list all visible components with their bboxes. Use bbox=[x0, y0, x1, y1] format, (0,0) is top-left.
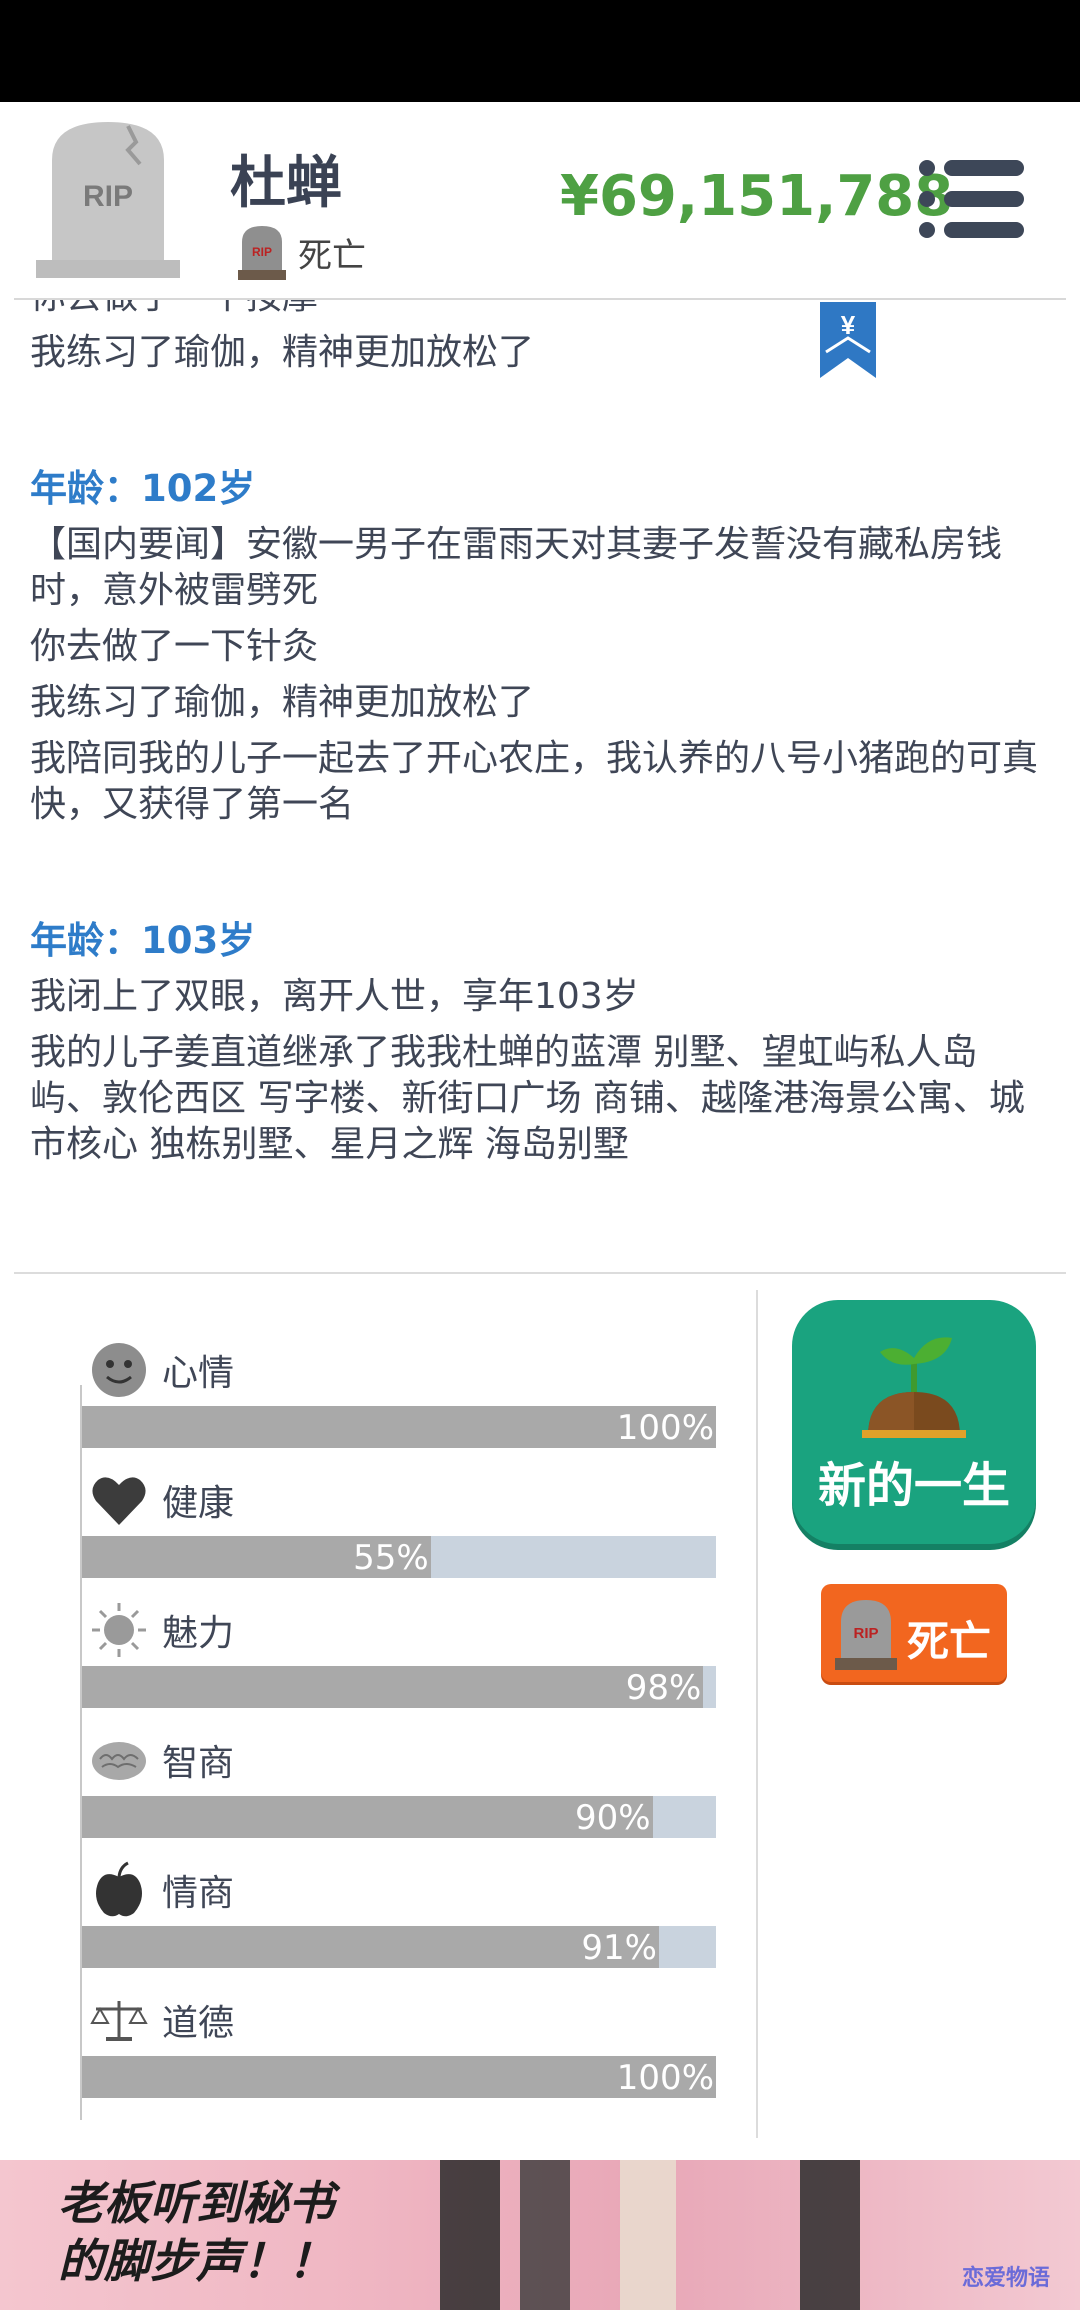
stat-percent: 91% bbox=[581, 1928, 657, 1968]
ad-watermark: 恋爱物语 bbox=[962, 2266, 1051, 2291]
panel-divider bbox=[756, 1290, 758, 2138]
ad-caption-line: 的脚步声！！ bbox=[58, 2234, 334, 2288]
ad-caption: 老板听到秘书 的脚步声！！ bbox=[58, 2174, 334, 2290]
stat-bar: 91% bbox=[82, 1926, 716, 1968]
stat-bar: 100% bbox=[82, 1406, 716, 1448]
header: RIP 杜蝉 RIP 死亡 ¥69,151,788 bbox=[0, 102, 1080, 298]
death-button-label: 死亡 bbox=[907, 1617, 992, 1666]
log-line: 我闭上了双眼，离开人世，享年103岁 bbox=[30, 976, 639, 1017]
menu-icon[interactable] bbox=[918, 158, 1024, 240]
ad-caption-line: 老板听到秘书 bbox=[58, 2176, 334, 2230]
yuan-bookmark-icon[interactable]: ¥ bbox=[820, 302, 876, 378]
stat-bar-fill: 100% bbox=[82, 2056, 716, 2098]
tombstone-avatar-icon: RIP bbox=[36, 122, 180, 278]
tombstone-icon: RIP bbox=[835, 1600, 897, 1670]
character-name: 杜蝉 bbox=[230, 151, 342, 216]
log-line: 【国内要闻】安徽一男子在雷雨天对其妻子发誓没有藏私房钱时，意外被雷劈死 bbox=[30, 524, 1003, 611]
money-balance: ¥69,151,788 bbox=[560, 164, 954, 229]
stat-label: 情商 bbox=[162, 1873, 235, 1914]
ad-image-leg bbox=[620, 2160, 676, 2310]
death-button[interactable]: RIP 死亡 bbox=[821, 1584, 1007, 1682]
small-tombstone-icon: RIP bbox=[238, 226, 286, 280]
stat-bar-fill: 91% bbox=[82, 1926, 659, 1968]
stat-percent: 100% bbox=[616, 2058, 714, 2098]
stat-label: 道德 bbox=[162, 2003, 235, 2044]
apple-icon bbox=[90, 1861, 148, 1919]
log-line: 你去做了一下按摩 bbox=[30, 300, 1040, 320]
sun-icon bbox=[90, 1601, 148, 1659]
tomb-text: RIP bbox=[83, 180, 133, 213]
ad-image-leg bbox=[800, 2160, 860, 2310]
stat-charm: 魅力 98% bbox=[82, 1600, 716, 1720]
stat-bar: 90% bbox=[82, 1796, 716, 1838]
heart-icon bbox=[90, 1471, 148, 1529]
stat-bar: 98% bbox=[82, 1666, 716, 1708]
stat-mood: 心情 100% bbox=[82, 1340, 716, 1460]
ad-banner[interactable]: 老板听到秘书 的脚步声！！ 恋爱物语 bbox=[0, 2160, 1080, 2310]
status-label: 死亡 bbox=[298, 235, 366, 276]
stat-bar-fill: 100% bbox=[82, 1406, 716, 1448]
stat-health: 健康 55% bbox=[82, 1470, 716, 1590]
stat-percent: 100% bbox=[616, 1408, 714, 1448]
stat-label: 魅力 bbox=[162, 1613, 235, 1654]
status-bar bbox=[0, 0, 1080, 102]
stat-bar-fill: 90% bbox=[82, 1796, 653, 1838]
stat-bar: 100% bbox=[82, 2056, 716, 2098]
svg-text:RIP: RIP bbox=[853, 1625, 878, 1642]
stat-label: 健康 bbox=[162, 1483, 235, 1524]
stat-label: 智商 bbox=[162, 1743, 235, 1784]
stat-bar: 55% bbox=[82, 1536, 716, 1578]
ad-image-leg bbox=[440, 2160, 500, 2310]
log-line: 我陪同我的儿子一起去了开心农庄，我认养的八号小猪跑的可真快，又获得了第一名 bbox=[30, 738, 1039, 825]
log-line: 我练习了瑜伽，精神更加放松了 bbox=[30, 332, 535, 373]
age-heading: 年龄：103岁 bbox=[30, 919, 256, 962]
stat-percent: 55% bbox=[353, 1538, 429, 1578]
log-line: 我练习了瑜伽，精神更加放松了 bbox=[30, 682, 535, 723]
stat-bar-fill: 55% bbox=[82, 1536, 431, 1578]
life-status: RIP 死亡 bbox=[238, 224, 366, 280]
stat-morality: 道德 100% bbox=[82, 1990, 716, 2110]
ad-image-leg bbox=[520, 2160, 570, 2310]
smiley-face-icon bbox=[90, 1341, 148, 1399]
log-line: 你去做了一下针灸 bbox=[30, 626, 319, 667]
stat-percent: 98% bbox=[625, 1668, 702, 1708]
life-log[interactable]: 你去做了一下按摩 我练习了瑜伽，精神更加放松了 年龄：102岁 【国内要闻】安徽… bbox=[0, 300, 1080, 1270]
sprout-icon bbox=[862, 1337, 966, 1438]
new-life-label: 新的一生 bbox=[817, 1458, 1010, 1514]
age-heading: 年龄：102岁 bbox=[30, 467, 256, 510]
stat-percent: 90% bbox=[575, 1798, 651, 1838]
svg-text:RIP: RIP bbox=[252, 245, 272, 259]
stat-bar-fill: 98% bbox=[82, 1666, 704, 1708]
log-line: 我的儿子姜直道继承了我我杜蝉的蓝潭 别墅、望虹屿私人岛屿、敦伦西区 写字楼、新街… bbox=[30, 1032, 1025, 1165]
new-life-button[interactable]: 新的一生 bbox=[792, 1300, 1036, 1544]
svg-text:¥: ¥ bbox=[841, 310, 856, 340]
log-divider bbox=[14, 1272, 1066, 1274]
brain-icon bbox=[90, 1731, 148, 1789]
scales-icon bbox=[90, 1991, 148, 2049]
stat-iq: 智商 90% bbox=[82, 1730, 716, 1850]
stat-label: 心情 bbox=[162, 1353, 235, 1394]
stat-eq: 情商 91% bbox=[82, 1860, 716, 1980]
